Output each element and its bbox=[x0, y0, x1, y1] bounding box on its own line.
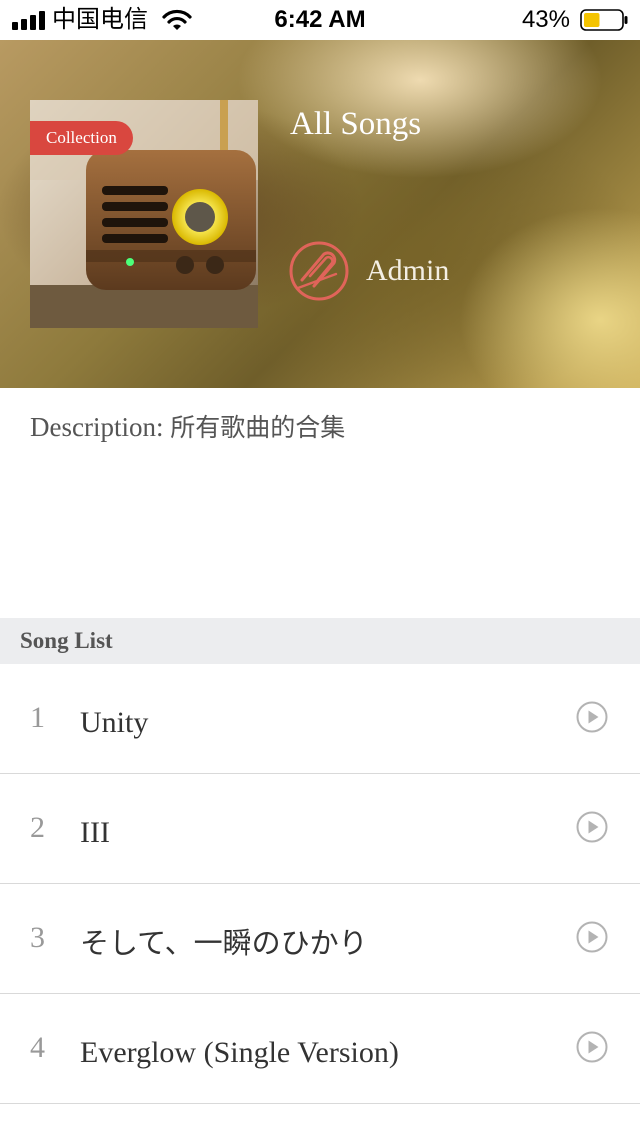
song-title: Unity bbox=[80, 706, 149, 739]
song-list-header: Song List bbox=[0, 618, 640, 664]
play-circle-icon[interactable] bbox=[576, 1031, 608, 1063]
playlist-title: All Songs bbox=[290, 106, 422, 142]
song-row[interactable]: 4 Everglow (Single Version) bbox=[0, 994, 640, 1104]
creator-logo-icon[interactable] bbox=[288, 240, 350, 302]
status-bar: 中国电信 6:42 AM 43% bbox=[0, 0, 640, 40]
song-row[interactable]: 1 Unity bbox=[0, 664, 640, 774]
play-circle-icon[interactable] bbox=[576, 921, 608, 953]
song-row[interactable]: 3 そして、一瞬のひかり bbox=[0, 884, 640, 994]
battery-percent: 43% bbox=[521, 6, 570, 33]
battery-icon bbox=[580, 9, 628, 31]
play-circle-icon[interactable] bbox=[576, 811, 608, 843]
song-title: そして、一瞬のひかり bbox=[80, 926, 368, 960]
description-text: 所有歌曲的合集 bbox=[170, 413, 346, 442]
song-index: 1 bbox=[30, 701, 45, 734]
song-title: Everglow (Single Version) bbox=[80, 1036, 399, 1069]
song-row[interactable]: 2 III bbox=[0, 774, 640, 884]
collection-badge: Collection bbox=[30, 121, 133, 155]
playlist-header: Collection All Songs Admin bbox=[0, 40, 640, 388]
playlist-description: Description: 所有歌曲的合集 bbox=[30, 408, 345, 447]
song-list-heading: Song List bbox=[20, 628, 113, 653]
song-index: 3 bbox=[30, 921, 45, 954]
creator-name[interactable]: Admin bbox=[366, 252, 449, 290]
song-list: 1 Unity 2 III 3 そして、一瞬のひかり 4 Everglow (S… bbox=[0, 664, 640, 1104]
song-title: III bbox=[80, 816, 110, 849]
song-index: 2 bbox=[30, 811, 45, 844]
description-label: Description: bbox=[30, 412, 171, 442]
song-index: 4 bbox=[30, 1031, 45, 1064]
play-circle-icon[interactable] bbox=[576, 701, 608, 733]
